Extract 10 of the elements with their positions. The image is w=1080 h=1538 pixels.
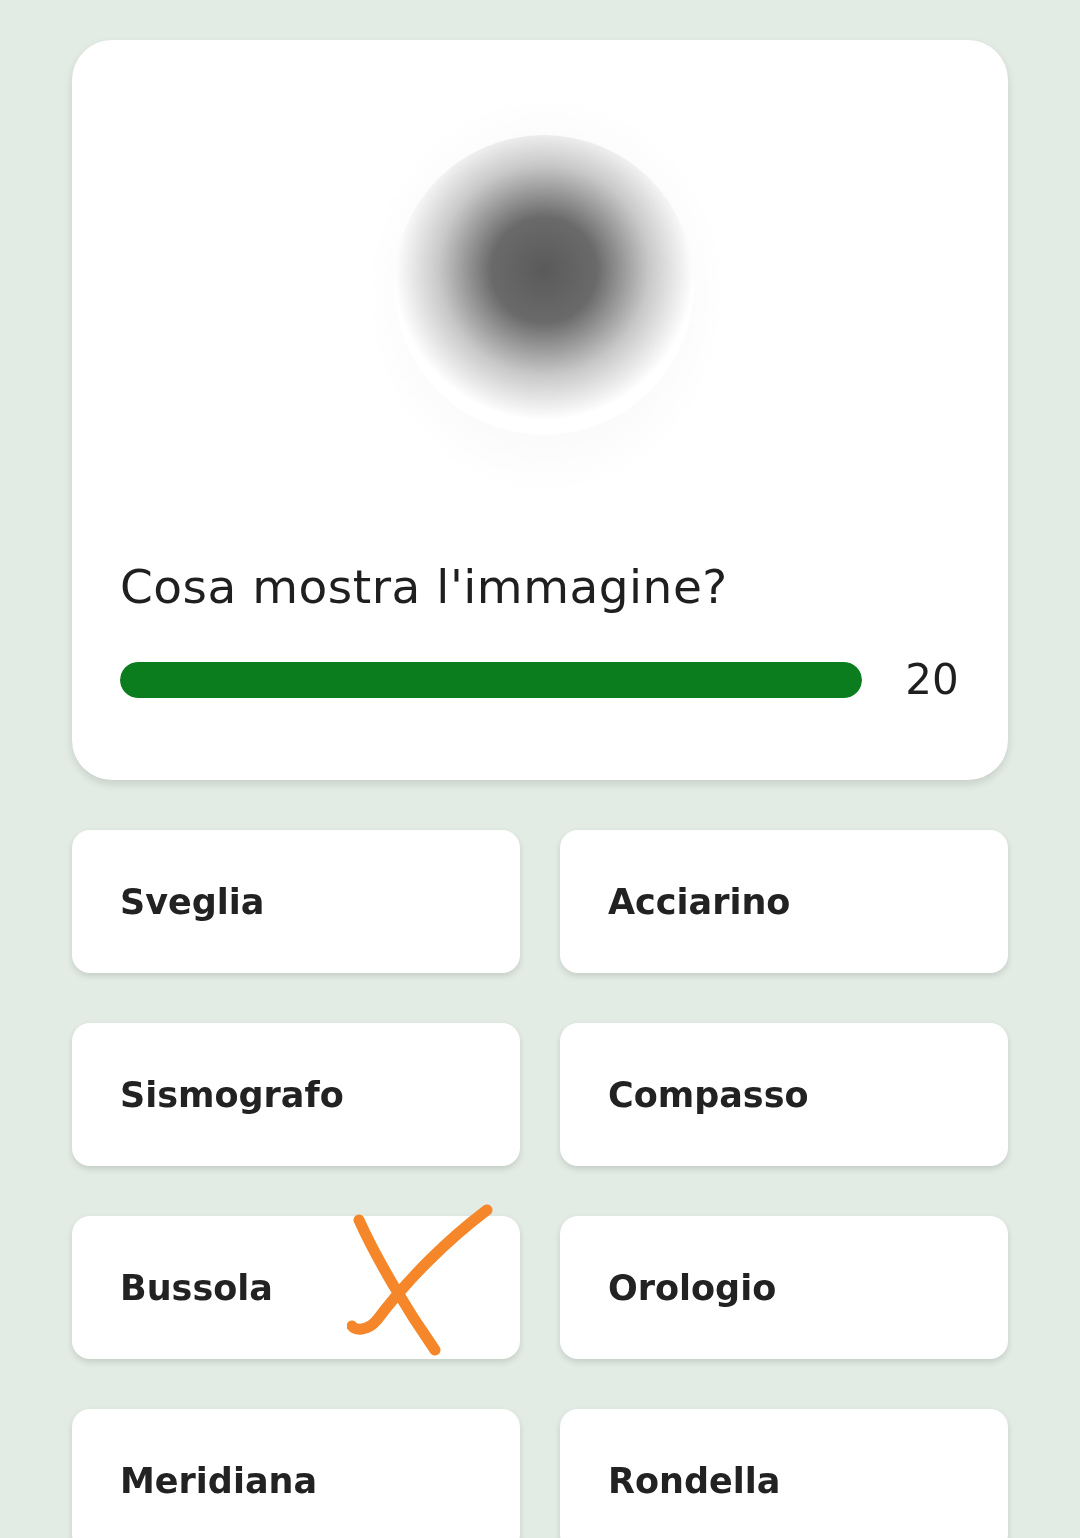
answer-button[interactable]: Sismografo — [72, 1023, 520, 1166]
timer-count: 20 — [904, 655, 960, 704]
answer-button[interactable]: Compasso — [560, 1023, 1008, 1166]
question-text: Cosa mostra l'immagine? — [120, 558, 729, 616]
answer-button[interactable]: Sveglia — [72, 830, 520, 973]
answer-button[interactable]: Bussola — [72, 1216, 520, 1359]
answer-button[interactable]: Rondella — [560, 1409, 1008, 1538]
answer-button[interactable]: Acciarino — [560, 830, 1008, 973]
answer-button[interactable]: Orologio — [560, 1216, 1008, 1359]
answer-button[interactable]: Meridiana — [72, 1409, 520, 1538]
